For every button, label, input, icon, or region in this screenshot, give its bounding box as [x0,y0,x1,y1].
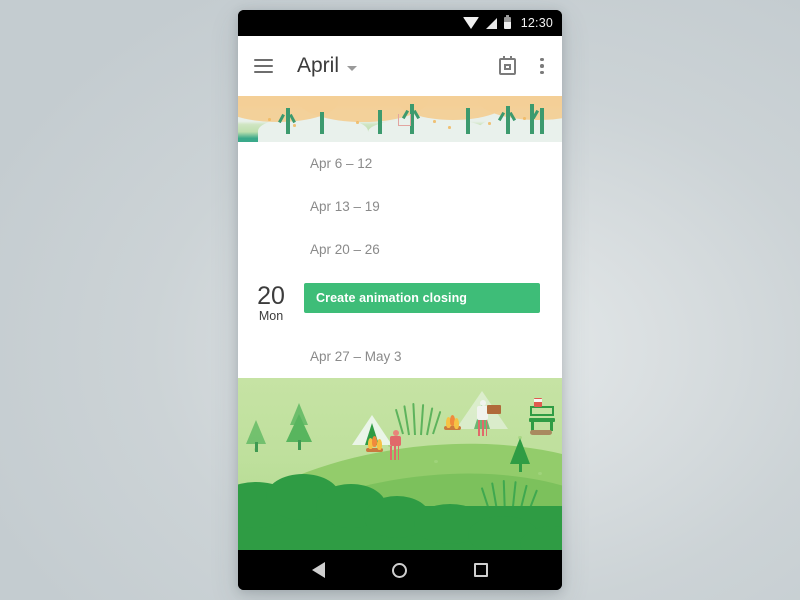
status-bar-clock: 12:30 [520,16,553,30]
april-illustration [238,96,562,142]
event-chip[interactable]: Create animation closing [304,283,540,313]
calendar-today-icon[interactable] [499,55,516,75]
signal-icon [485,17,497,29]
phone-device-frame: 12:30 April Apr 6 – 12 Apr 13 – 19 Apr 2… [238,10,562,590]
week-list: Apr 6 – 12 Apr 13 – 19 Apr 20 – 26 20 Mo… [238,142,562,378]
back-icon[interactable] [311,562,325,578]
android-nav-bar [238,550,562,590]
battery-icon [503,15,511,29]
may-illustration [238,378,562,550]
app-toolbar: April [238,36,562,96]
screenshot-canvas: 12:30 April Apr 6 – 12 Apr 13 – 19 Apr 2… [0,0,800,600]
page-title: April [297,54,340,77]
day-column[interactable]: 20 Mon [238,283,304,325]
recents-icon[interactable] [474,563,489,577]
month-title-dropdown[interactable]: April [297,54,358,78]
week-label: Apr 13 – 19 [310,199,380,214]
day-event-row: 20 Mon Create animation closing [238,271,562,335]
overflow-menu-icon[interactable] [536,52,548,81]
week-label: Apr 6 – 12 [310,156,373,171]
week-row[interactable]: Apr 27 – May 3 [238,335,562,378]
week-row[interactable]: Apr 20 – 26 [238,228,562,271]
status-icon-group: 12:30 [462,15,553,30]
hamburger-menu-icon[interactable] [254,55,273,77]
day-name: Mon [258,309,284,324]
wifi-icon [462,17,479,29]
day-number: 20 [257,282,285,310]
app-screen: April Apr 6 – 12 Apr 13 – 19 Apr 20 – 26… [238,36,562,550]
week-row[interactable]: Apr 6 – 12 [238,142,562,185]
chevron-down-icon [347,65,358,71]
week-row[interactable]: Apr 13 – 19 [238,185,562,228]
week-label: Apr 20 – 26 [310,242,380,257]
week-label: Apr 27 – May 3 [310,349,402,364]
status-bar: 12:30 [238,10,562,36]
event-title: Create animation closing [316,291,468,305]
home-icon[interactable] [391,562,407,578]
